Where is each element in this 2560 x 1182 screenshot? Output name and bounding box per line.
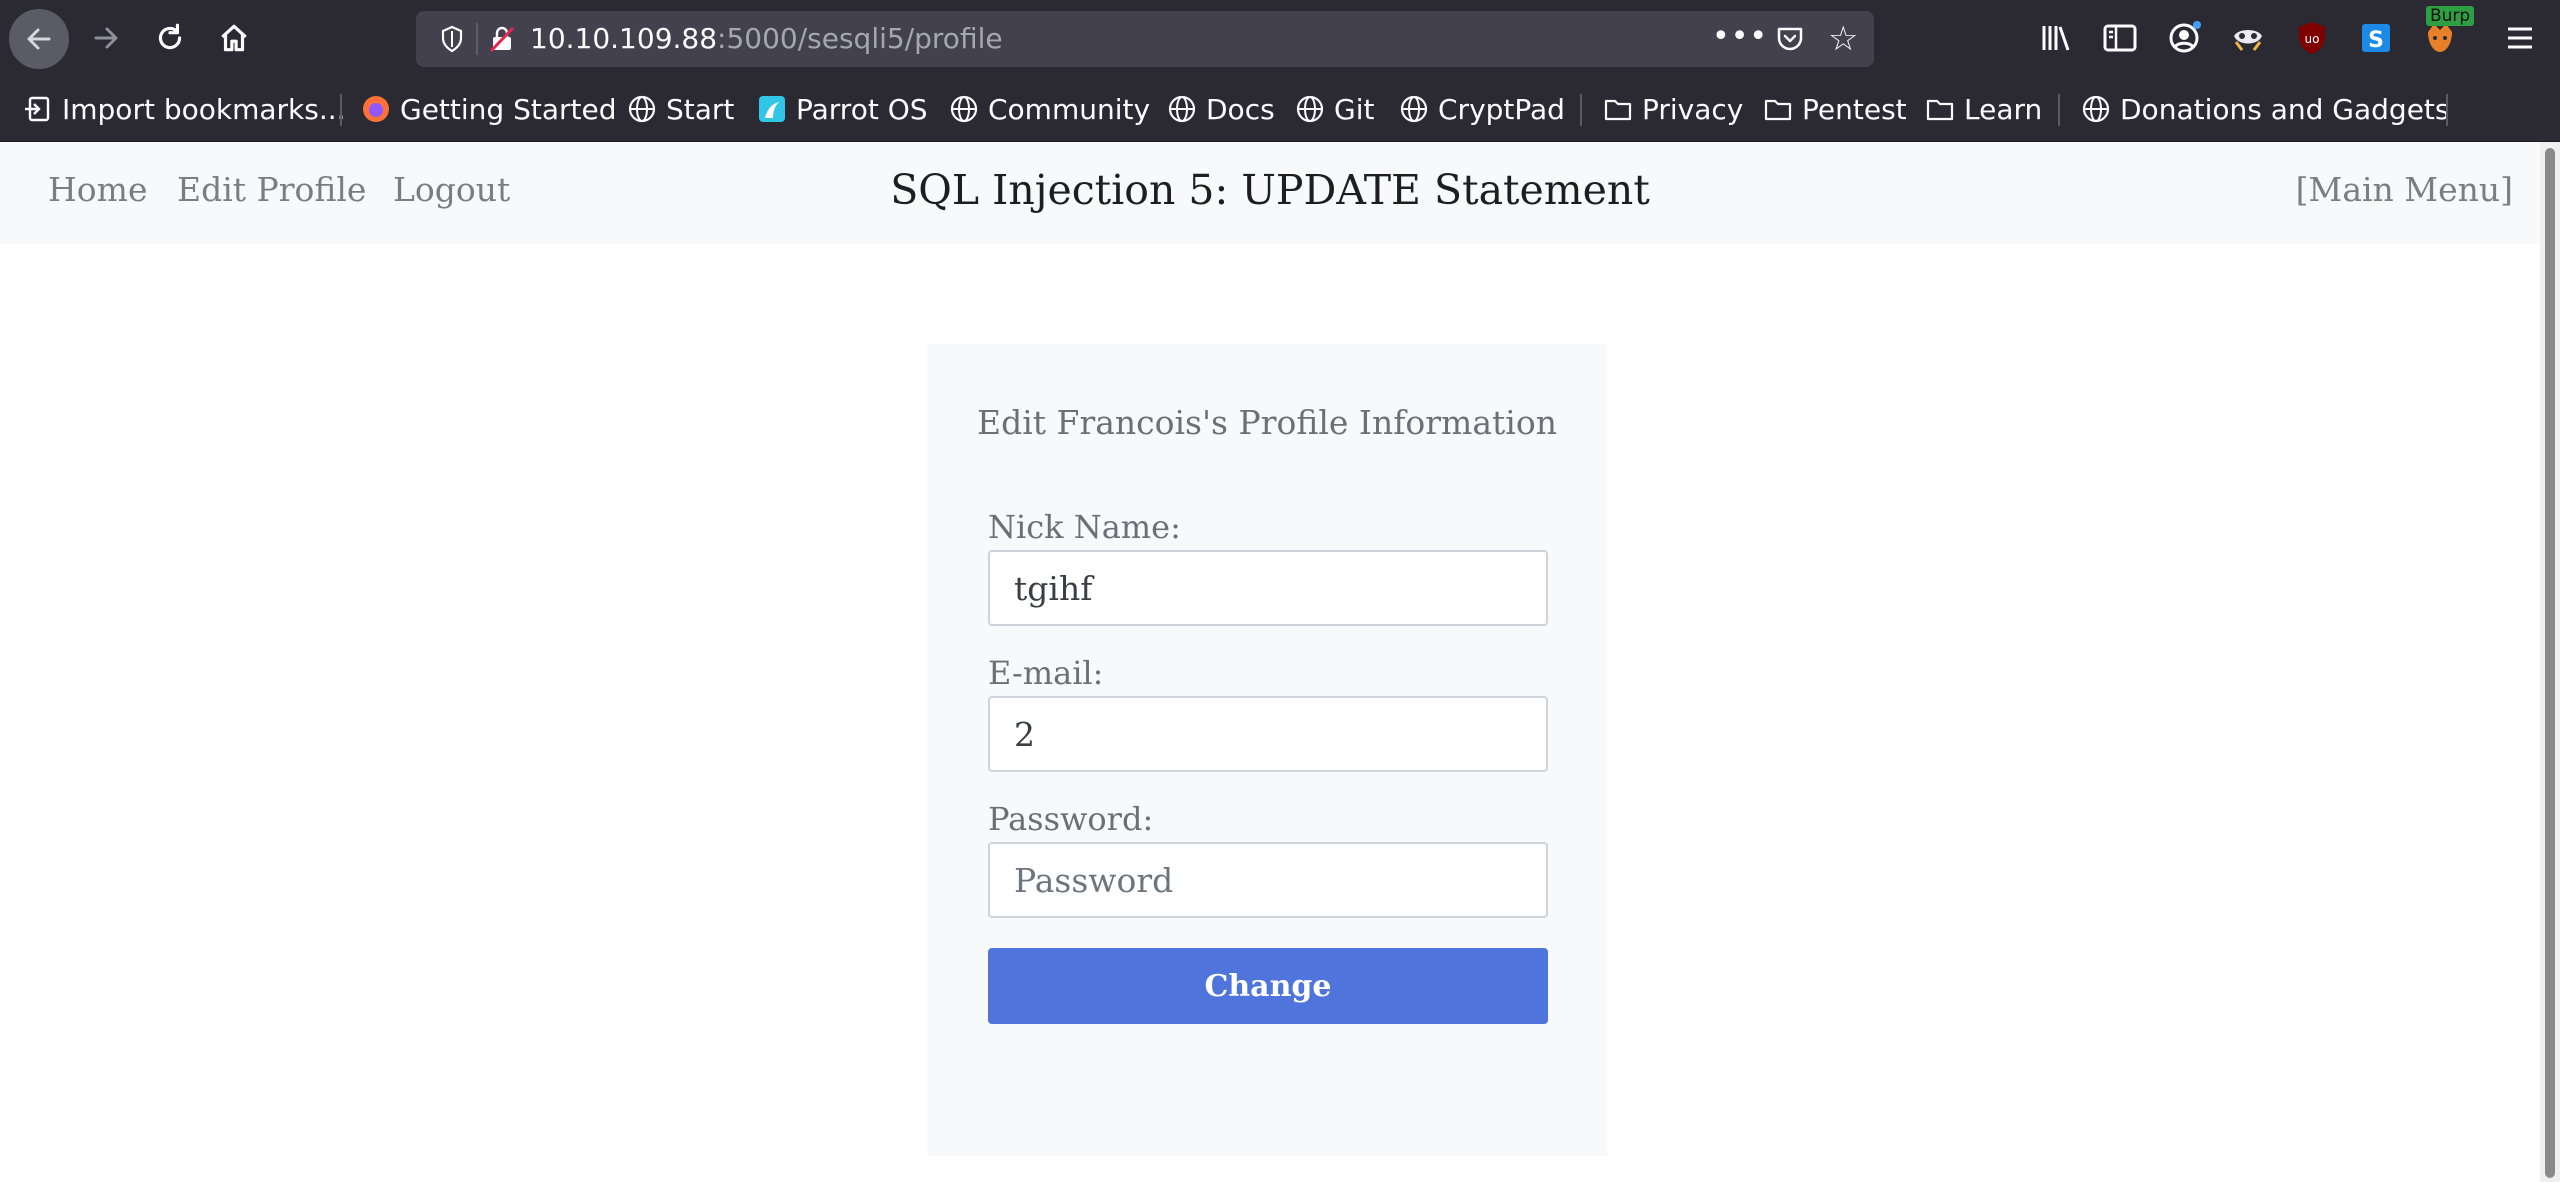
parrot-icon [756,93,788,125]
burp-badge: Burp [2426,6,2475,26]
bookmark-label: Pentest [1802,92,1907,126]
folder-icon [1762,93,1794,125]
site-navbar: Home Edit Profile Logout SQL Injection 5… [0,142,2540,244]
bookmark-folder-privacy[interactable]: Privacy [1602,90,1743,128]
globe-icon [1398,93,1430,125]
bookmarks-separator [1580,94,1582,126]
bookmark-label: CryptPad [1438,92,1565,126]
bookmark-folder-learn[interactable]: Learn [1924,90,2042,128]
globe-icon [626,93,658,125]
forward-button[interactable] [76,9,136,67]
back-button[interactable] [9,9,69,69]
password-input[interactable] [988,842,1548,918]
bookmark-folder-pentest[interactable]: Pentest [1762,90,1907,128]
bookmark-start[interactable]: Start [626,90,734,128]
account-icon[interactable] [2164,18,2204,58]
shield-icon[interactable] [440,25,464,53]
extension-mask-icon[interactable] [2228,18,2268,58]
change-button[interactable]: Change [988,948,1548,1024]
bookmark-label: Learn [1964,92,2043,126]
bookmark-label: Parrot OS [796,92,928,126]
menu-icon[interactable] [2500,18,2540,58]
main-menu-link[interactable]: [Main Menu] [2296,170,2513,209]
home-icon [221,24,247,52]
library-icon[interactable] [2036,18,2076,58]
pocket-icon[interactable] [1774,23,1806,55]
globe-icon [948,93,980,125]
arrow-left-icon [27,28,51,50]
bookmark-git[interactable]: Git [1294,90,1374,128]
sidebar-icon[interactable] [2100,18,2140,58]
reload-icon [158,23,182,50]
svg-text:S: S [2368,28,2384,53]
address-bar[interactable]: 10.10.109.88:5000/sesqli5/profile ••• ☆ [416,11,1874,67]
bookmark-docs[interactable]: Docs [1166,90,1275,128]
profile-form-card: Edit Francois's Profile Information Nick… [927,344,1607,1156]
bookmarks-separator [2058,94,2060,126]
page-title: SQL Injection 5: UPDATE Statement [890,166,1650,214]
bookmark-label: Import bookmarks... [62,92,346,126]
email-label: E-mail: [988,654,1104,692]
url-host: 10.10.109.88 [530,22,718,55]
url-text[interactable]: 10.10.109.88:5000/sesqli5/profile [530,21,1003,57]
nickname-input[interactable] [988,550,1548,626]
globe-icon [1294,93,1326,125]
browser-toolbar: 10.10.109.88:5000/sesqli5/profile ••• ☆ … [0,0,2560,76]
bookmark-parrot-os[interactable]: Parrot OS [756,90,928,128]
url-path: :5000/sesqli5/profile [717,22,1003,55]
bookmarks-separator [340,94,342,126]
home-button[interactable] [204,9,264,67]
ublock-icon[interactable]: uo [2292,18,2332,58]
svg-text:uo: uo [2305,32,2320,46]
folder-icon [1924,93,1956,125]
bookmark-label: Docs [1206,92,1275,126]
bookmarks-separator [2446,94,2448,126]
page-content: Home Edit Profile Logout SQL Injection 5… [0,142,2540,1182]
firefox-icon [360,93,392,125]
page-scrollbar[interactable] [2540,142,2560,1182]
bookmark-getting-started[interactable]: Getting Started [360,90,616,128]
urlbar-separator [476,23,478,55]
insecure-lock-icon[interactable] [488,25,516,53]
bookmark-cryptpad[interactable]: CryptPad [1398,90,1565,128]
bookmark-label: Privacy [1642,92,1744,126]
page-actions-icon[interactable]: ••• [1712,19,1768,54]
bookmark-label: Community [988,92,1151,126]
email-input[interactable] [988,696,1548,772]
arrow-right-icon [94,27,118,49]
bookmark-donations[interactable]: Donations and Gadgets [2080,90,2450,128]
bookmark-label: Donations and Gadgets [2120,92,2450,126]
star-icon[interactable]: ☆ [1828,19,1858,59]
scrollbar-thumb[interactable] [2545,148,2555,1178]
bookmark-label: Git [1334,92,1375,126]
bookmarks-bar: Import bookmarks... Getting Started Star… [0,76,2560,142]
import-icon [22,93,54,125]
bookmark-community[interactable]: Community [948,90,1150,128]
globe-icon [2080,93,2112,125]
folder-icon [1602,93,1634,125]
globe-icon [1166,93,1198,125]
form-title: Edit Francois's Profile Information [977,403,1557,442]
nickname-label: Nick Name: [988,508,1181,546]
bookmark-label: Start [666,92,735,126]
bookmark-import[interactable]: Import bookmarks... [22,90,346,128]
password-label: Password: [988,800,1154,838]
reload-button[interactable] [140,9,200,67]
bookmark-label: Getting Started [400,92,617,126]
s-extension-icon[interactable]: S [2356,18,2396,58]
